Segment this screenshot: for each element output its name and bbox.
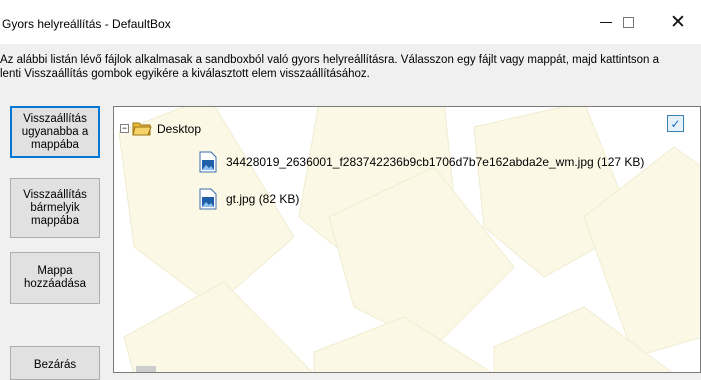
select-checkbox[interactable]: ✓ (667, 115, 684, 132)
maximize-icon (622, 16, 634, 28)
tree-file-item[interactable]: 34428019_2636001_f283742236b9cb1706d7b7e… (198, 151, 644, 173)
tree-file-item[interactable]: gt.jpg (82 KB) (198, 188, 299, 210)
restore-same-folder-button[interactable]: Visszaállítás ugyanabba a mappába (10, 106, 100, 158)
window-title: Gyors helyreállítás - DefaultBox (2, 17, 171, 31)
folder-icon (132, 122, 152, 136)
close-icon: ✕ (670, 10, 686, 33)
close-window-button[interactable]: ✕ (655, 0, 701, 44)
file-label: 34428019_2636001_f283742236b9cb1706d7b7e… (226, 155, 645, 169)
add-folder-button[interactable]: Mappa hozzáadása (10, 252, 100, 304)
tree-node-label: Desktop (157, 121, 202, 136)
tree-node-desktop[interactable]: − Desktop (120, 121, 201, 136)
instructions-text: Az alábbi listán lévő fájlok alkalmasak … (0, 54, 660, 80)
title-bar: Gyors helyreállítás - DefaultBox ✕ (0, 0, 701, 44)
background-watermark (118, 107, 700, 372)
file-tree-view[interactable]: − Desktop 34428019_2636001_f283742236b9c… (113, 106, 701, 373)
file-label: gt.jpg (82 KB) (226, 192, 300, 206)
maximize-button[interactable] (605, 0, 651, 44)
restore-any-folder-button[interactable]: Visszaállítás bármelyik mappába (10, 178, 100, 238)
close-button[interactable]: Bezárás (10, 346, 100, 380)
image-file-icon (199, 151, 217, 173)
collapse-expander-icon[interactable]: − (120, 124, 129, 133)
image-file-icon (199, 188, 217, 210)
horizontal-scrollbar-thumb[interactable] (136, 366, 156, 372)
